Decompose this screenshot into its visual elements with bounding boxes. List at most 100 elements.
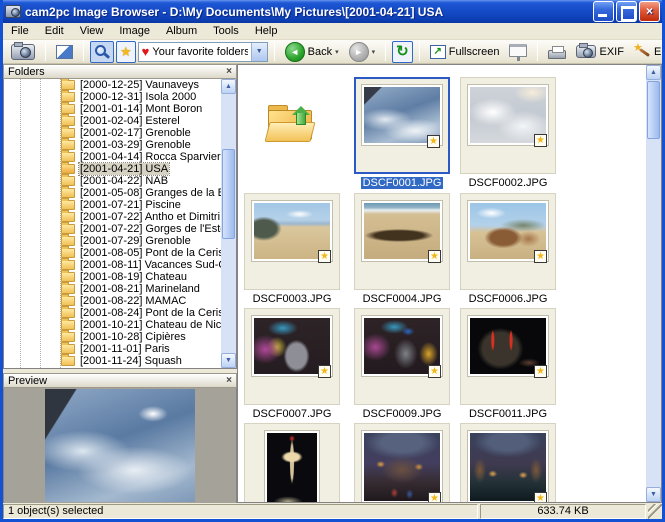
tree-folder[interactable]: [2001-07-22] Gorges de l'Esteron (4, 223, 236, 235)
acquire-button[interactable] (7, 41, 39, 63)
tree-folder[interactable]: [2001-01-14] Mont Boron (4, 103, 236, 115)
thumbnail[interactable]: ★ (354, 308, 450, 405)
folder-icon (61, 128, 75, 138)
browse-mode-button[interactable] (90, 41, 114, 63)
menu-help[interactable]: Help (247, 24, 286, 38)
tree-scrollbar-thumb[interactable] (222, 149, 235, 239)
tree-folder[interactable]: [2001-10-28] Cipières (4, 331, 236, 343)
folder-icon (61, 200, 75, 210)
tree-folder[interactable]: [2001-08-11] Vacances Sud-Ouest (4, 259, 236, 271)
folder-icon (61, 356, 75, 366)
print-button[interactable] (544, 41, 570, 63)
tree-folder[interactable]: [2001-08-21] Marineland (4, 283, 236, 295)
tree-folder[interactable]: [2001-08-19] Chateau (4, 271, 236, 283)
photo-thumbnail (265, 431, 319, 503)
adjust-button[interactable] (52, 41, 77, 63)
enhance-button[interactable]: Enhance (630, 41, 662, 63)
back-button[interactable]: ◄ Back ▾ (281, 41, 343, 63)
thumbnail[interactable]: ★ (460, 423, 556, 503)
tree-folder[interactable]: [2001-07-29] Grenoble (4, 235, 236, 247)
menu-view[interactable]: View (72, 24, 112, 38)
tree-folder[interactable]: [2001-08-24] Pont de la Cerise (4, 307, 236, 319)
menu-file[interactable]: File (3, 24, 37, 38)
close-button[interactable]: × (639, 1, 660, 22)
scroll-up-icon[interactable]: ▲ (646, 65, 661, 80)
toolbar-separator (537, 42, 538, 61)
folder-icon (61, 272, 75, 282)
back-dropdown-caret[interactable]: ▾ (335, 48, 339, 56)
tree-folder[interactable]: [2001-10-21] Chateau de Nice (4, 319, 236, 331)
title-bar[interactable]: cam2pc Image Browser - D:\My Documents\M… (0, 0, 665, 23)
forward-arrow-icon: ► (349, 42, 369, 62)
favorite-star-badge: ★ (318, 250, 331, 263)
tree-folder[interactable]: [2000-12-25] Vaunaveys (4, 79, 236, 91)
favorite-star-badge: ★ (427, 135, 440, 148)
folder-icon (61, 80, 75, 90)
tree-folder-selected[interactable]: [2001-04-21] USA (4, 163, 236, 175)
app-window: cam2pc Image Browser - D:\My Documents\M… (0, 0, 665, 522)
thumbnail[interactable]: ★ (460, 77, 556, 174)
grid-scrollbar-thumb[interactable] (647, 81, 660, 139)
scroll-down-icon[interactable]: ▼ (646, 487, 661, 502)
tree-folder[interactable]: [2001-07-22] Antho et Dimitri (4, 211, 236, 223)
thumbnail[interactable]: ★ (460, 308, 556, 405)
folder-icon (61, 296, 75, 306)
fullscreen-button[interactable]: ↗ Fullscreen (426, 41, 504, 63)
parent-folder-item[interactable] (244, 99, 340, 196)
thumbnail-selected[interactable]: ★ (354, 77, 450, 174)
tree-folder[interactable]: [2001-04-22] NAB (4, 175, 236, 187)
tree-folder[interactable]: [2001-02-04] Esterel (4, 115, 236, 127)
favorite-folders-combo[interactable]: ♥ Your favorite folders ▼ (138, 42, 268, 62)
tree-folder[interactable]: [2000-12-31] Isola 2000 (4, 91, 236, 103)
folder-icon (61, 236, 75, 246)
star-icon: ★ (120, 45, 132, 59)
forward-dropdown-caret[interactable]: ▾ (372, 48, 376, 56)
thumbnail[interactable]: ★ (354, 193, 450, 290)
tree-folder[interactable]: [2001-04-14] Rocca Sparviera (4, 151, 236, 163)
folders-panel-title: Folders (8, 66, 45, 78)
tree-folder[interactable]: [2001-05-08] Granges de la Brasque (4, 187, 236, 199)
menu-edit[interactable]: Edit (37, 24, 72, 38)
scroll-down-icon[interactable]: ▼ (221, 353, 236, 368)
slideshow-button[interactable] (505, 41, 531, 63)
grid-cell: ★ DSCF0006.JPG (460, 193, 556, 306)
menu-tools[interactable]: Tools (205, 24, 247, 38)
menu-image[interactable]: Image (111, 24, 158, 38)
maximize-button[interactable] (616, 1, 637, 22)
thumbnail[interactable]: ★ (244, 308, 340, 405)
combo-dropdown-button[interactable]: ▼ (251, 43, 267, 61)
favorites-button[interactable]: ★ (116, 41, 136, 63)
tree-folder[interactable]: [2001-03-29] Grenoble (4, 139, 236, 151)
tree-folder[interactable]: [2001-02-17] Grenoble (4, 127, 236, 139)
folder-icon (61, 152, 75, 162)
tree-folder[interactable]: [2001-11-24] Squash (4, 355, 236, 367)
thumbnail[interactable]: ★ (244, 193, 340, 290)
resize-grip[interactable] (648, 504, 662, 519)
thumbnail[interactable]: ★ (354, 423, 450, 503)
thumbnail-label: DSCF0011.JPG (460, 407, 556, 421)
fullscreen-icon: ↗ (430, 45, 446, 59)
status-selection-text: 1 object(s) selected (3, 504, 478, 519)
forward-button[interactable]: ► ▾ (345, 41, 380, 63)
thumbnail[interactable] (244, 423, 340, 503)
grid-cell: ★ DSCF0011.JPG (460, 308, 556, 421)
folder-up-icon (266, 99, 318, 147)
favorite-star-badge: ★ (534, 134, 547, 147)
folders-close-icon[interactable]: × (226, 66, 232, 77)
tree-folder[interactable]: [2001-08-22] MAMAC (4, 295, 236, 307)
exif-button[interactable]: EXIF (572, 41, 627, 63)
tree-folder[interactable]: [2001-08-05] Pont de la Cerise (4, 247, 236, 259)
folder-icon (61, 140, 75, 150)
preview-close-icon[interactable]: × (226, 375, 232, 386)
menu-album[interactable]: Album (158, 24, 205, 38)
refresh-button[interactable]: ↻ (392, 41, 413, 63)
grid-scrollbar[interactable]: ▲ ▼ (646, 65, 661, 502)
tree-folder[interactable]: [2001-07-21] Piscine (4, 199, 236, 211)
favorite-star-badge: ★ (428, 492, 441, 503)
toolbar-separator (419, 42, 420, 61)
minimize-button[interactable] (593, 1, 614, 22)
scroll-up-icon[interactable]: ▲ (221, 79, 236, 94)
tree-scrollbar[interactable]: ▲ ▼ (221, 79, 236, 368)
thumbnail[interactable]: ★ (460, 193, 556, 290)
tree-folder[interactable]: [2001-11-01] Paris (4, 343, 236, 355)
